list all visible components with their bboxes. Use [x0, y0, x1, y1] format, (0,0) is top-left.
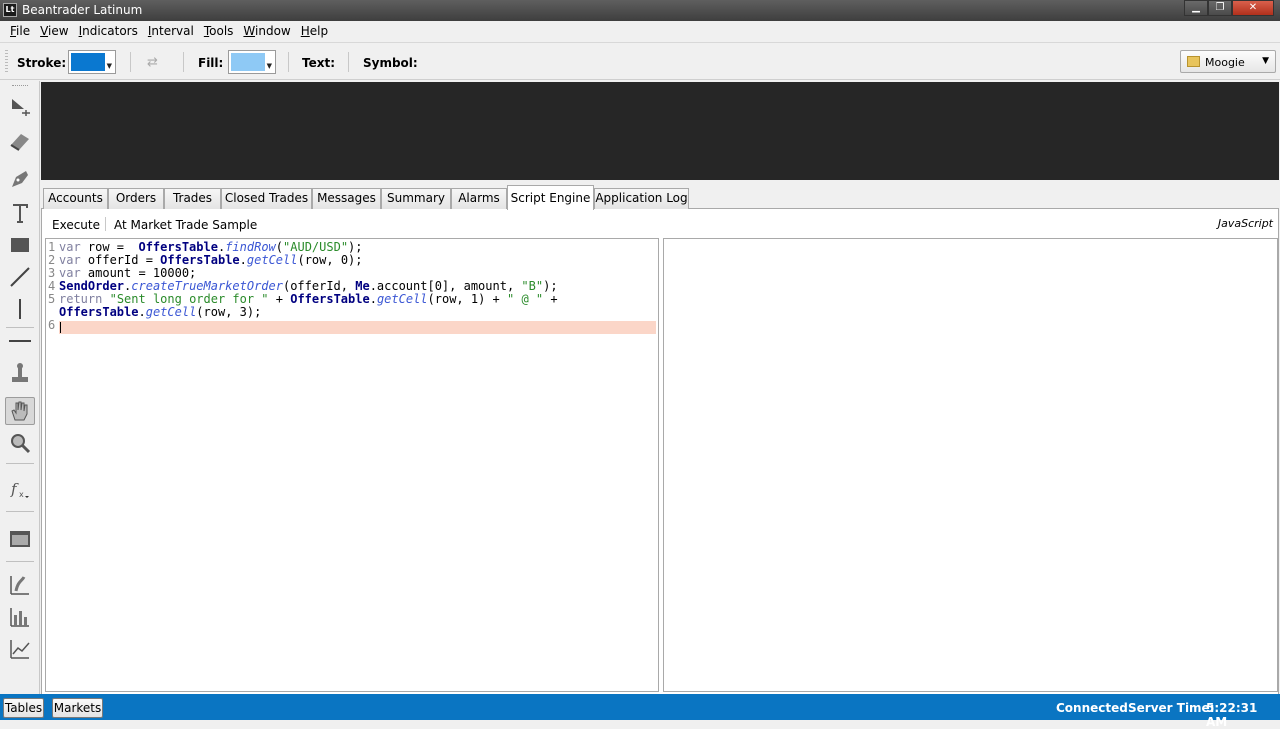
- text-tool-icon[interactable]: [5, 199, 35, 227]
- dropdown-arrow-icon: ▼: [106, 62, 112, 70]
- vertical-line-tool-icon[interactable]: [5, 295, 35, 323]
- execute-button[interactable]: Execute: [52, 218, 100, 232]
- tab-accounts[interactable]: Accounts: [43, 188, 108, 209]
- script-engine-panel: Execute At Market Trade Sample JavaScrip…: [41, 209, 1279, 694]
- server-time-value: 5:22:31 AM: [1206, 701, 1258, 729]
- line-tool-icon[interactable]: [5, 263, 35, 291]
- line-number: 5: [48, 292, 56, 306]
- rectangle-tool-icon[interactable]: [5, 231, 35, 259]
- line-number: 6: [48, 318, 56, 332]
- tool-palette: fx: [0, 81, 40, 694]
- script-output-pane: [663, 238, 1278, 692]
- chevron-down-icon: ▼: [1262, 56, 1269, 66]
- connection-status: Connected: [1056, 701, 1128, 715]
- current-line-highlight: [59, 321, 656, 334]
- stroke-color-button[interactable]: ▼: [68, 50, 116, 74]
- close-button[interactable]: ✕: [1232, 0, 1274, 16]
- menu-indicators[interactable]: Indicators: [74, 21, 143, 42]
- profile-dropdown[interactable]: Moogie ▼: [1180, 50, 1276, 73]
- sample-selector[interactable]: At Market Trade Sample: [114, 218, 257, 232]
- chart-window-icon[interactable]: [5, 525, 35, 553]
- pen-tool-icon[interactable]: [5, 165, 35, 193]
- menu-window[interactable]: Window: [238, 21, 295, 42]
- language-label: JavaScript: [1217, 217, 1273, 230]
- dropdown-arrow-icon: ▼: [266, 62, 272, 70]
- menu-bar: File View Indicators Interval Tools Wind…: [0, 21, 1280, 42]
- svg-text:f: f: [10, 480, 19, 498]
- tables-button[interactable]: Tables: [3, 698, 44, 718]
- menu-view[interactable]: View: [35, 21, 73, 42]
- app-logo-icon: Lt: [3, 3, 17, 17]
- window-title: Beantrader Latinum: [22, 3, 143, 17]
- tab-orders[interactable]: Orders: [108, 188, 164, 209]
- stamp-tool-icon[interactable]: [5, 359, 35, 387]
- palette-grip[interactable]: [12, 85, 28, 87]
- line-chart-icon[interactable]: [5, 635, 35, 663]
- tab-application-log[interactable]: Application Log: [594, 188, 689, 209]
- status-bar: Tables Markets Connected Server Time: 5:…: [0, 694, 1280, 729]
- menu-tools[interactable]: Tools: [199, 21, 239, 42]
- folder-icon: [1187, 56, 1200, 67]
- stroke-label: Stroke:: [17, 56, 67, 70]
- script-editor[interactable]: 1 2 3 4 5 6 var row = OffersTable.findRo…: [45, 238, 659, 692]
- menu-interval[interactable]: Interval: [143, 21, 199, 42]
- hand-pan-tool-icon[interactable]: [5, 397, 35, 425]
- title-bar: Lt Beantrader Latinum ▁ ❐ ✕: [0, 0, 1280, 21]
- text-caret: [60, 322, 61, 333]
- stroke-color-swatch: [71, 53, 105, 71]
- menu-file[interactable]: File: [5, 21, 35, 42]
- bottom-tabs: Accounts Orders Trades Closed Trades Mes…: [41, 185, 1279, 210]
- chart-area[interactable]: [41, 82, 1279, 180]
- tab-trades[interactable]: Trades: [164, 188, 221, 209]
- drawing-toolbar: Stroke: ▼ ⇄ Fill: ▼ Text: Symbol: Moogie…: [0, 42, 1280, 80]
- maximize-button[interactable]: ❐: [1208, 0, 1232, 16]
- tab-summary[interactable]: Summary: [381, 188, 451, 209]
- tab-script-engine[interactable]: Script Engine: [507, 185, 594, 210]
- markets-button[interactable]: Markets: [52, 698, 103, 718]
- menu-help[interactable]: Help: [296, 21, 333, 42]
- pointer-tool-icon[interactable]: [5, 93, 35, 121]
- fill-color-button[interactable]: ▼: [228, 50, 276, 74]
- symbol-label: Symbol:: [363, 56, 418, 70]
- zoom-tool-icon[interactable]: [5, 429, 35, 457]
- fill-label: Fill:: [198, 56, 224, 70]
- eraser-tool-icon[interactable]: [5, 127, 35, 155]
- function-indicator-icon[interactable]: fx: [5, 475, 35, 503]
- script-code[interactable]: var row = OffersTable.findRow("AUD/USD")…: [59, 241, 558, 319]
- text-label: Text:: [302, 56, 336, 70]
- fill-color-swatch: [231, 53, 265, 71]
- tab-messages[interactable]: Messages: [312, 188, 381, 209]
- svg-text:x: x: [19, 490, 24, 499]
- candle-chart-icon[interactable]: [5, 571, 35, 599]
- bar-chart-icon[interactable]: [5, 603, 35, 631]
- line-number-gutter: 1 2 3 4 5 6: [46, 239, 58, 691]
- script-toolbar: Execute At Market Trade Sample JavaScrip…: [42, 209, 1278, 238]
- profile-name: Moogie: [1205, 56, 1245, 69]
- tab-alarms[interactable]: Alarms: [451, 188, 507, 209]
- horizontal-line-tool-icon[interactable]: [5, 327, 35, 355]
- server-time-label: Server Time:: [1128, 701, 1215, 715]
- toolbar-grip[interactable]: [5, 50, 8, 74]
- tab-closed-trades[interactable]: Closed Trades: [221, 188, 312, 209]
- minimize-button[interactable]: ▁: [1184, 0, 1208, 16]
- swap-colors-icon[interactable]: ⇄: [147, 55, 163, 70]
